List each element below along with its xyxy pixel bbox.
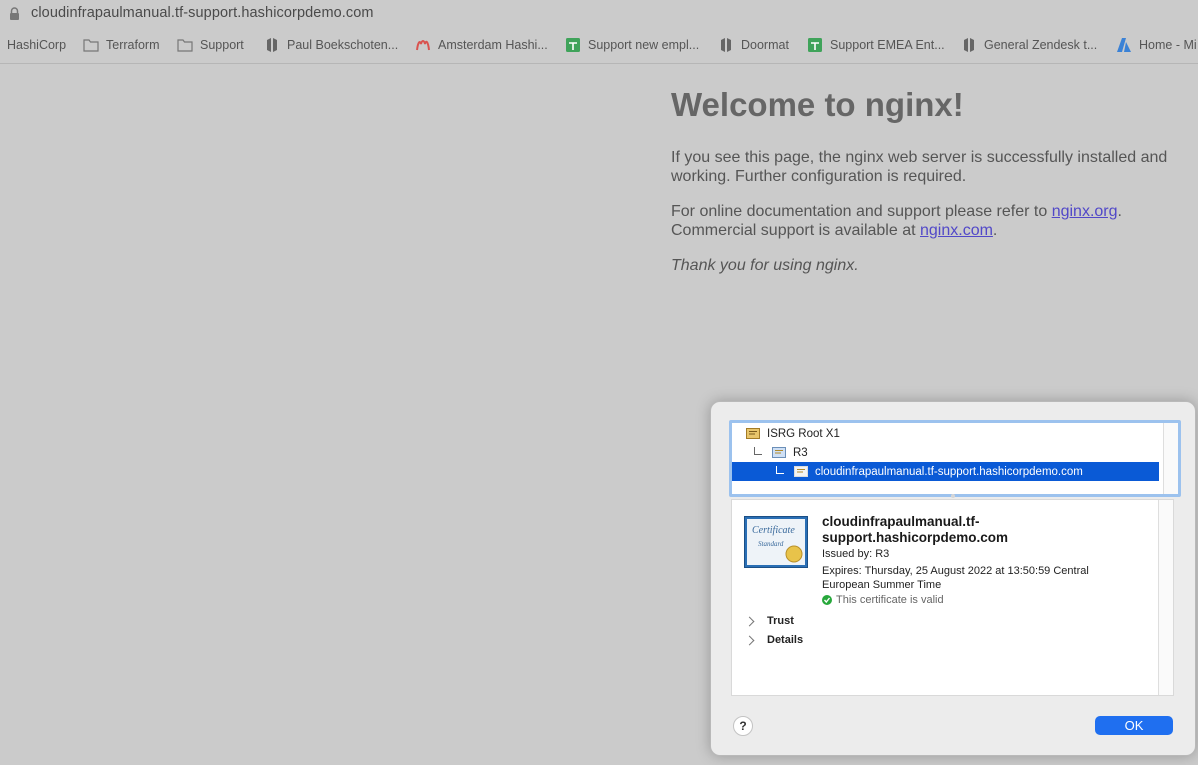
bookmark-label: Home - Mi xyxy=(1139,38,1197,52)
chevron-right-icon xyxy=(744,616,755,626)
chain-row-r3[interactable]: R3 xyxy=(732,443,1159,462)
bookmark-support-emea[interactable]: Support EMEA Ent... xyxy=(807,37,945,53)
azure-icon xyxy=(1117,38,1131,52)
chain-label: R3 xyxy=(793,446,808,459)
address-bar[interactable]: cloudinfrapaulmanual.tf-support.hashicor… xyxy=(0,0,1198,27)
tree-connector xyxy=(754,446,762,455)
ok-button[interactable]: OK xyxy=(1095,716,1173,735)
bookmark-zendesk[interactable]: General Zendesk t... xyxy=(961,37,1097,53)
tree-scrollbar[interactable] xyxy=(1163,423,1178,494)
bookmarks-bar: HashiCorp Terraform Support Paul Boeksch… xyxy=(0,27,1198,64)
certificate-detail-pane: Certificate Standard cloudinfrapaulmanua… xyxy=(731,499,1174,696)
bookmark-support-new[interactable]: Support new empl... xyxy=(565,37,699,53)
intro-paragraph: If you see this page, the nginx web serv… xyxy=(671,149,1168,185)
page-title: Welcome to nginx! xyxy=(671,86,964,123)
folder-icon xyxy=(83,39,99,52)
lock-icon xyxy=(10,7,19,20)
chain-row-root[interactable]: ISRG Root X1 xyxy=(732,424,1159,443)
bookmark-label: Support EMEA Ent... xyxy=(830,38,945,52)
cn-line2: support.hashicorpdemo.com xyxy=(822,530,1009,545)
commercial-text: Commercial support is available at xyxy=(671,222,920,239)
cn-line1: cloudinfrapaulmanual.tf- xyxy=(822,514,980,529)
bookmark-amsterdam[interactable]: Amsterdam Hashi... xyxy=(415,37,548,53)
bookmark-terraform[interactable]: Terraform xyxy=(83,37,159,53)
certificate-dialog: ISRG Root X1 R3 cloudinfrapaulmanual.tf-… xyxy=(710,401,1196,756)
certificate-icon xyxy=(772,447,786,458)
bookmark-label: Paul Boekschoten... xyxy=(287,38,399,52)
valid-text: This certificate is valid xyxy=(836,594,944,606)
sheets-icon xyxy=(566,38,580,52)
certificate-icon xyxy=(746,428,760,439)
tree-connector xyxy=(776,465,784,474)
folder-icon xyxy=(177,39,193,52)
hashicorp-icon xyxy=(721,38,731,52)
bookmark-label: Doormat xyxy=(741,38,789,52)
nginx-org-link[interactable]: nginx.org xyxy=(1052,203,1118,220)
hashicorp-icon xyxy=(964,38,974,52)
section-label: Details xyxy=(767,634,804,646)
certificate-common-name: cloudinfrapaulmanual.tf- support.hashico… xyxy=(822,514,1122,546)
bookmark-label: Support xyxy=(200,38,244,52)
certificate-icon xyxy=(794,466,808,477)
certificate-large-icon: Certificate Standard xyxy=(744,516,808,568)
certificate-chain-tree[interactable]: ISRG Root X1 R3 cloudinfrapaulmanual.tf-… xyxy=(729,420,1181,497)
thanks-paragraph: Thank you for using nginx. xyxy=(671,257,859,274)
detail-scrollbar[interactable] xyxy=(1158,500,1173,695)
sheets-icon xyxy=(808,38,822,52)
check-circle-icon xyxy=(822,595,832,605)
validity-status: This certificate is valid xyxy=(822,594,944,606)
chain-label: ISRG Root X1 xyxy=(767,427,840,440)
period: . xyxy=(992,222,998,239)
bookmark-home[interactable]: Home - Mi xyxy=(1116,37,1197,53)
expires: Expires: Thursday, 25 August 2022 at 13:… xyxy=(822,565,1089,591)
section-label: Trust xyxy=(767,615,794,627)
hashicorp-icon xyxy=(267,38,277,52)
split-handle[interactable] xyxy=(951,494,955,498)
nginx-com-link[interactable]: nginx.com xyxy=(920,222,993,239)
svg-text:Standard: Standard xyxy=(758,540,784,548)
trust-disclosure[interactable]: Trust xyxy=(744,615,794,627)
details-disclosure[interactable]: Details xyxy=(744,634,804,646)
bookmark-label: HashiCorp xyxy=(7,38,67,52)
help-button[interactable]: ? xyxy=(733,716,753,736)
chain-label: cloudinfrapaulmanual.tf-support.hashicor… xyxy=(815,465,1083,478)
docs-text: For online documentation and support ple… xyxy=(671,203,1052,220)
bookmark-label: General Zendesk t... xyxy=(984,38,1098,52)
svg-text:Certificate: Certificate xyxy=(752,525,795,536)
bookmark-label: Support new empl... xyxy=(588,38,700,52)
chain-row-leaf[interactable]: cloudinfrapaulmanual.tf-support.hashicor… xyxy=(732,462,1159,481)
period: . xyxy=(1117,203,1122,220)
url-text[interactable]: cloudinfrapaulmanual.tf-support.hashicor… xyxy=(31,5,374,21)
meetup-icon xyxy=(416,40,430,51)
issued-by: Issued by: R3 xyxy=(822,548,890,560)
bookmark-paul[interactable]: Paul Boekschoten... xyxy=(264,37,398,53)
nginx-page: Welcome to nginx! If you see this page, … xyxy=(671,84,1191,274)
bookmark-label: Terraform xyxy=(106,38,160,52)
bookmark-label: Amsterdam Hashi... xyxy=(438,38,548,52)
bookmark-doormat[interactable]: Doormat xyxy=(718,37,789,53)
chevron-right-icon xyxy=(744,635,755,645)
docs-paragraph: For online documentation and support ple… xyxy=(671,202,1191,240)
bookmark-hashicorp[interactable]: HashiCorp xyxy=(7,37,66,53)
bookmark-support[interactable]: Support xyxy=(177,37,244,53)
